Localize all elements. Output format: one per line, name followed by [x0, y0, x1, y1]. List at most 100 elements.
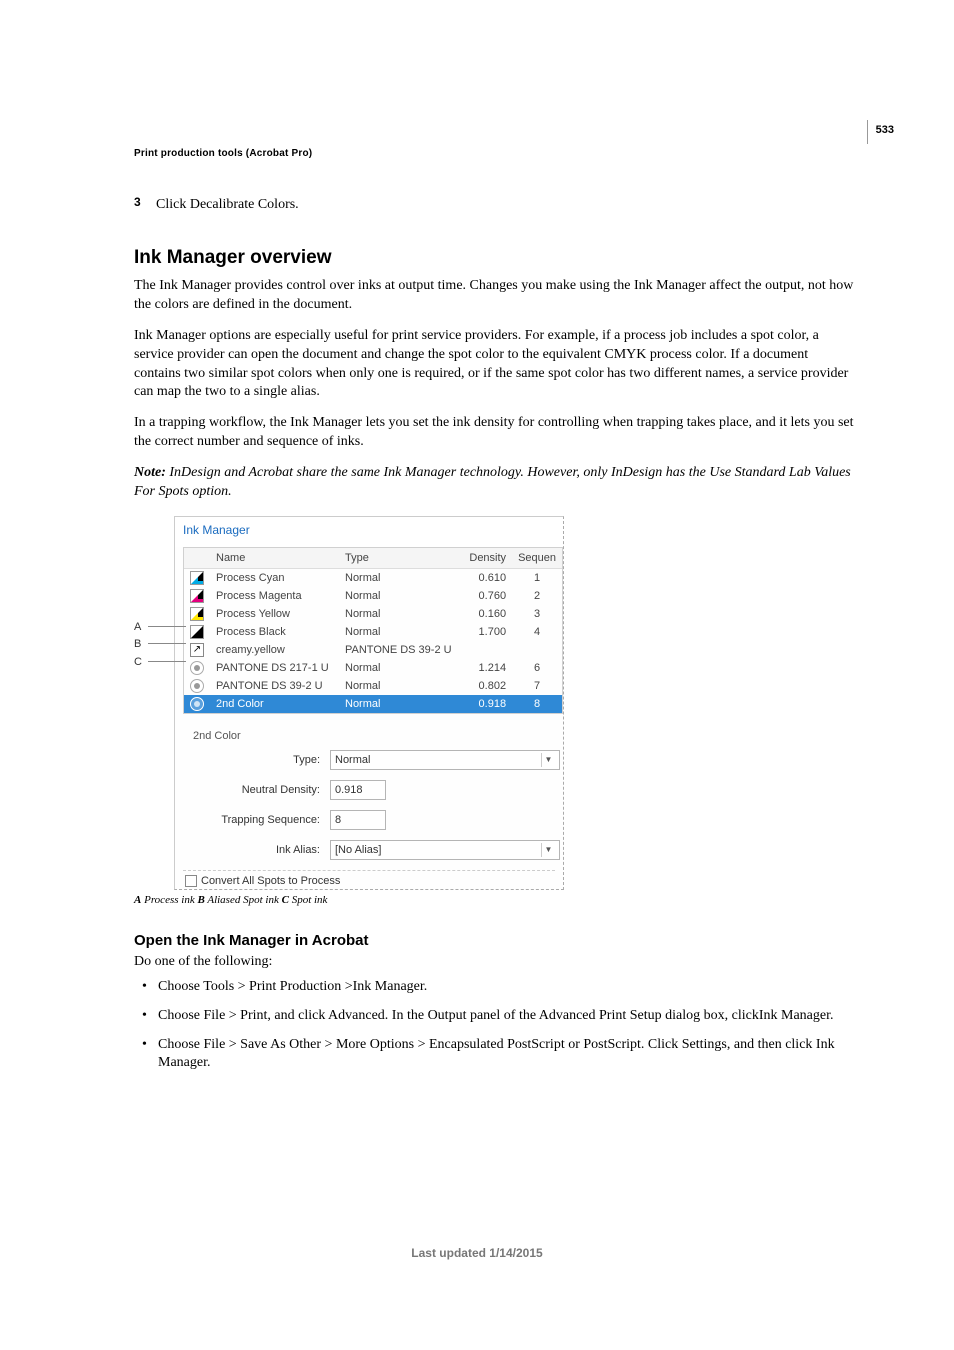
- section-heading: Ink Manager overview: [134, 247, 854, 269]
- step-text: Click Decalibrate Colors.: [156, 197, 299, 213]
- sequence-row: Trapping Sequence: 8: [175, 810, 563, 830]
- convert-spots-checkbox[interactable]: [185, 875, 197, 887]
- list-item: Choose File > Print, and click Advanced.…: [134, 1007, 854, 1026]
- ink-manager-dialog-figure: A B C Ink Manager Name Type Densit: [134, 516, 564, 890]
- paragraph: Do one of the following:: [134, 953, 854, 972]
- spot-ink-icon: [190, 697, 204, 711]
- type-select[interactable]: Normal ▼: [330, 750, 560, 770]
- spot-ink-icon: [190, 679, 204, 693]
- process-ink-icon: [190, 589, 204, 603]
- ink-density: [462, 641, 512, 659]
- callout-c: C: [134, 656, 186, 668]
- col-name: Name: [210, 548, 339, 569]
- alias-ink-icon: ↗: [190, 643, 204, 657]
- step-number: 3: [134, 195, 152, 209]
- table-row[interactable]: PANTONE DS 217-1 U Normal 1.214 6: [184, 659, 562, 677]
- ink-name: Process Yellow: [210, 605, 339, 623]
- ink-type: Normal: [339, 677, 462, 695]
- convert-spots-row: Convert All Spots to Process: [175, 871, 563, 887]
- ink-density: 0.160: [462, 605, 512, 623]
- caption-c-label: C: [282, 894, 289, 906]
- bullet-list: Choose Tools > Print Production >Ink Man…: [134, 978, 854, 1074]
- ink-seq: 7: [512, 677, 562, 695]
- density-value: 0.918: [335, 784, 363, 796]
- figure-caption: A Process ink B Aliased Spot ink C Spot …: [134, 894, 854, 906]
- ink-name: Process Magenta: [210, 587, 339, 605]
- caption-a-text: Process ink: [141, 894, 197, 906]
- chevron-down-icon: ▼: [541, 753, 555, 767]
- ink-density: 0.610: [462, 568, 512, 587]
- ink-name: Process Black: [210, 623, 339, 641]
- step-3: 3 Click Decalibrate Colors.: [134, 195, 854, 213]
- table-row[interactable]: ↗ creamy.yellow PANTONE DS 39-2 U: [184, 641, 562, 659]
- ink-seq: 3: [512, 605, 562, 623]
- ink-type: Normal: [339, 623, 462, 641]
- spot-ink-icon: [190, 661, 204, 675]
- convert-spots-label: Convert All Spots to Process: [201, 875, 340, 887]
- type-value: Normal: [335, 754, 370, 766]
- note-text: InDesign and Acrobat share the same Ink …: [134, 465, 851, 499]
- callout-letter: B: [134, 638, 144, 650]
- caption-b-label: B: [197, 894, 204, 906]
- dialog-title: Ink Manager: [175, 517, 563, 547]
- col-density: Density: [462, 548, 512, 569]
- callout-letter: C: [134, 656, 144, 668]
- running-header: Print production tools (Acrobat Pro): [134, 148, 312, 159]
- ink-manager-dialog: Ink Manager Name Type Density Sequen: [174, 516, 564, 890]
- ink-seq: 6: [512, 659, 562, 677]
- list-item: Choose Tools > Print Production >Ink Man…: [134, 978, 854, 997]
- ink-type: Normal: [339, 605, 462, 623]
- selected-ink-group: 2nd Color: [175, 720, 563, 746]
- chevron-down-icon: ▼: [541, 843, 555, 857]
- ink-type: Normal: [339, 587, 462, 605]
- ink-name: Process Cyan: [210, 568, 339, 587]
- table-row[interactable]: Process Yellow Normal 0.160 3: [184, 605, 562, 623]
- density-label: Neutral Density:: [175, 784, 330, 796]
- paragraph: The Ink Manager provides control over in…: [134, 277, 854, 315]
- table-row[interactable]: Process Cyan Normal 0.610 1: [184, 568, 562, 587]
- ink-type: Normal: [339, 659, 462, 677]
- caption-c-text: Spot ink: [289, 894, 328, 906]
- page-number: 533: [876, 124, 894, 136]
- table-row[interactable]: PANTONE DS 39-2 U Normal 0.802 7: [184, 677, 562, 695]
- page-number-box: 533: [867, 120, 894, 144]
- ink-name: 2nd Color: [210, 695, 339, 713]
- alias-label: Ink Alias:: [175, 844, 330, 856]
- ink-seq: 4: [512, 623, 562, 641]
- process-ink-icon: [190, 571, 204, 585]
- process-ink-icon: [190, 625, 204, 639]
- subsection-heading: Open the Ink Manager in Acrobat: [134, 932, 854, 949]
- sequence-input[interactable]: 8: [330, 810, 386, 830]
- ink-type: Normal: [339, 695, 462, 713]
- process-ink-icon: [190, 607, 204, 621]
- table-row[interactable]: Process Magenta Normal 0.760 2: [184, 587, 562, 605]
- note: Note: InDesign and Acrobat share the sam…: [134, 464, 854, 502]
- density-input[interactable]: 0.918: [330, 780, 386, 800]
- footer-updated: Last updated 1/14/2015: [0, 1246, 954, 1260]
- sequence-value: 8: [335, 814, 341, 826]
- ink-type: PANTONE DS 39-2 U: [339, 641, 462, 659]
- paragraph: Ink Manager options are especially usefu…: [134, 327, 854, 403]
- list-item: Choose File > Save As Other > More Optio…: [134, 1036, 854, 1074]
- ink-seq: 1: [512, 568, 562, 587]
- paragraph: In a trapping workflow, the Ink Manager …: [134, 414, 854, 452]
- ink-seq: [512, 641, 562, 659]
- ink-density: 0.918: [462, 695, 512, 713]
- callout-a: A: [134, 621, 186, 633]
- callout-b: B: [134, 638, 186, 650]
- ink-name: PANTONE DS 39-2 U: [210, 677, 339, 695]
- callout-letter: A: [134, 621, 144, 633]
- table-row-selected[interactable]: 2nd Color Normal 0.918 8: [184, 695, 562, 713]
- alias-select[interactable]: [No Alias] ▼: [330, 840, 560, 860]
- sequence-label: Trapping Sequence:: [175, 814, 330, 826]
- col-type: Type: [339, 548, 462, 569]
- ink-seq: 2: [512, 587, 562, 605]
- ink-table: Name Type Density Sequen Process Cyan No…: [184, 548, 562, 713]
- type-label: Type:: [175, 754, 330, 766]
- ink-density: 0.802: [462, 677, 512, 695]
- caption-b-text: Aliased Spot ink: [205, 894, 282, 906]
- density-row: Neutral Density: 0.918: [175, 780, 563, 800]
- alias-row: Ink Alias: [No Alias] ▼: [175, 840, 563, 860]
- table-row[interactable]: Process Black Normal 1.700 4: [184, 623, 562, 641]
- ink-name: creamy.yellow: [210, 641, 339, 659]
